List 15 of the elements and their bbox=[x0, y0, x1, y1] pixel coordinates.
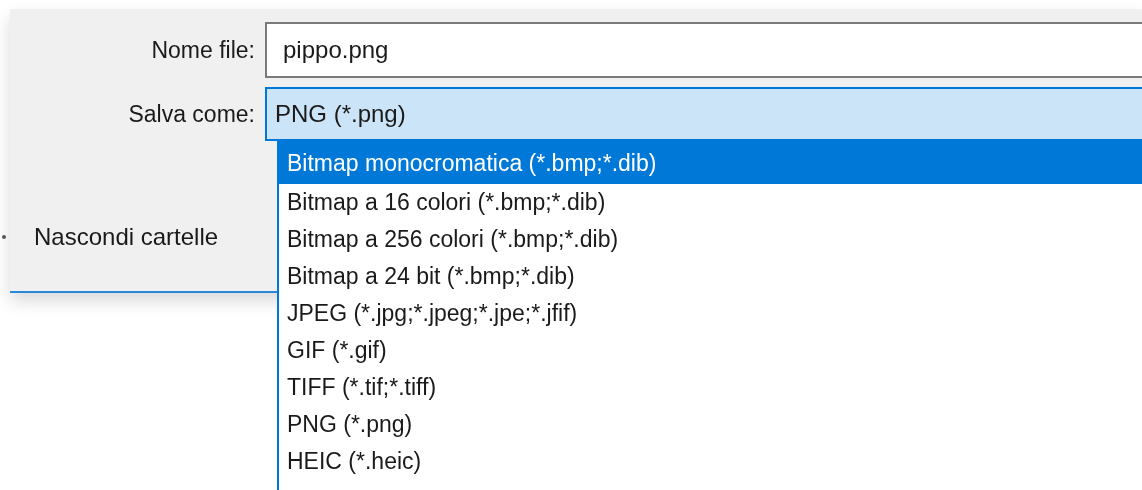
file-type-option[interactable]: Bitmap monocromatica (*.bmp;*.dib) bbox=[279, 142, 1142, 184]
hide-folders-button[interactable]: Nascondi cartelle bbox=[34, 219, 219, 255]
file-type-option[interactable]: Bitmap a 16 colori (*.bmp;*.dib) bbox=[279, 184, 1142, 221]
file-name-field[interactable]: pippo.png bbox=[265, 22, 1142, 78]
file-type-option[interactable]: Bitmap a 256 colori (*.bmp;*.dib) bbox=[279, 221, 1142, 258]
file-type-option[interactable]: HEIC (*.heic) bbox=[279, 443, 1142, 480]
save-as-dropdown[interactable]: PNG (*.png) bbox=[265, 87, 1142, 141]
expand-icon[interactable] bbox=[2, 235, 6, 239]
save-as-label: Salva come: bbox=[127, 99, 256, 129]
file-type-option[interactable]: JPEG (*.jpg;*.jpeg;*.jpe;*.jfif) bbox=[279, 295, 1142, 332]
file-type-option[interactable]: GIF (*.gif) bbox=[279, 332, 1142, 369]
file-type-option[interactable]: PNG (*.png) bbox=[279, 406, 1142, 443]
file-name-label: Nome file: bbox=[150, 35, 256, 65]
file-type-option[interactable]: Bitmap a 24 bit (*.bmp;*.dib) bbox=[279, 258, 1142, 295]
file-type-option[interactable]: TIFF (*.tif;*.tiff) bbox=[279, 369, 1142, 406]
